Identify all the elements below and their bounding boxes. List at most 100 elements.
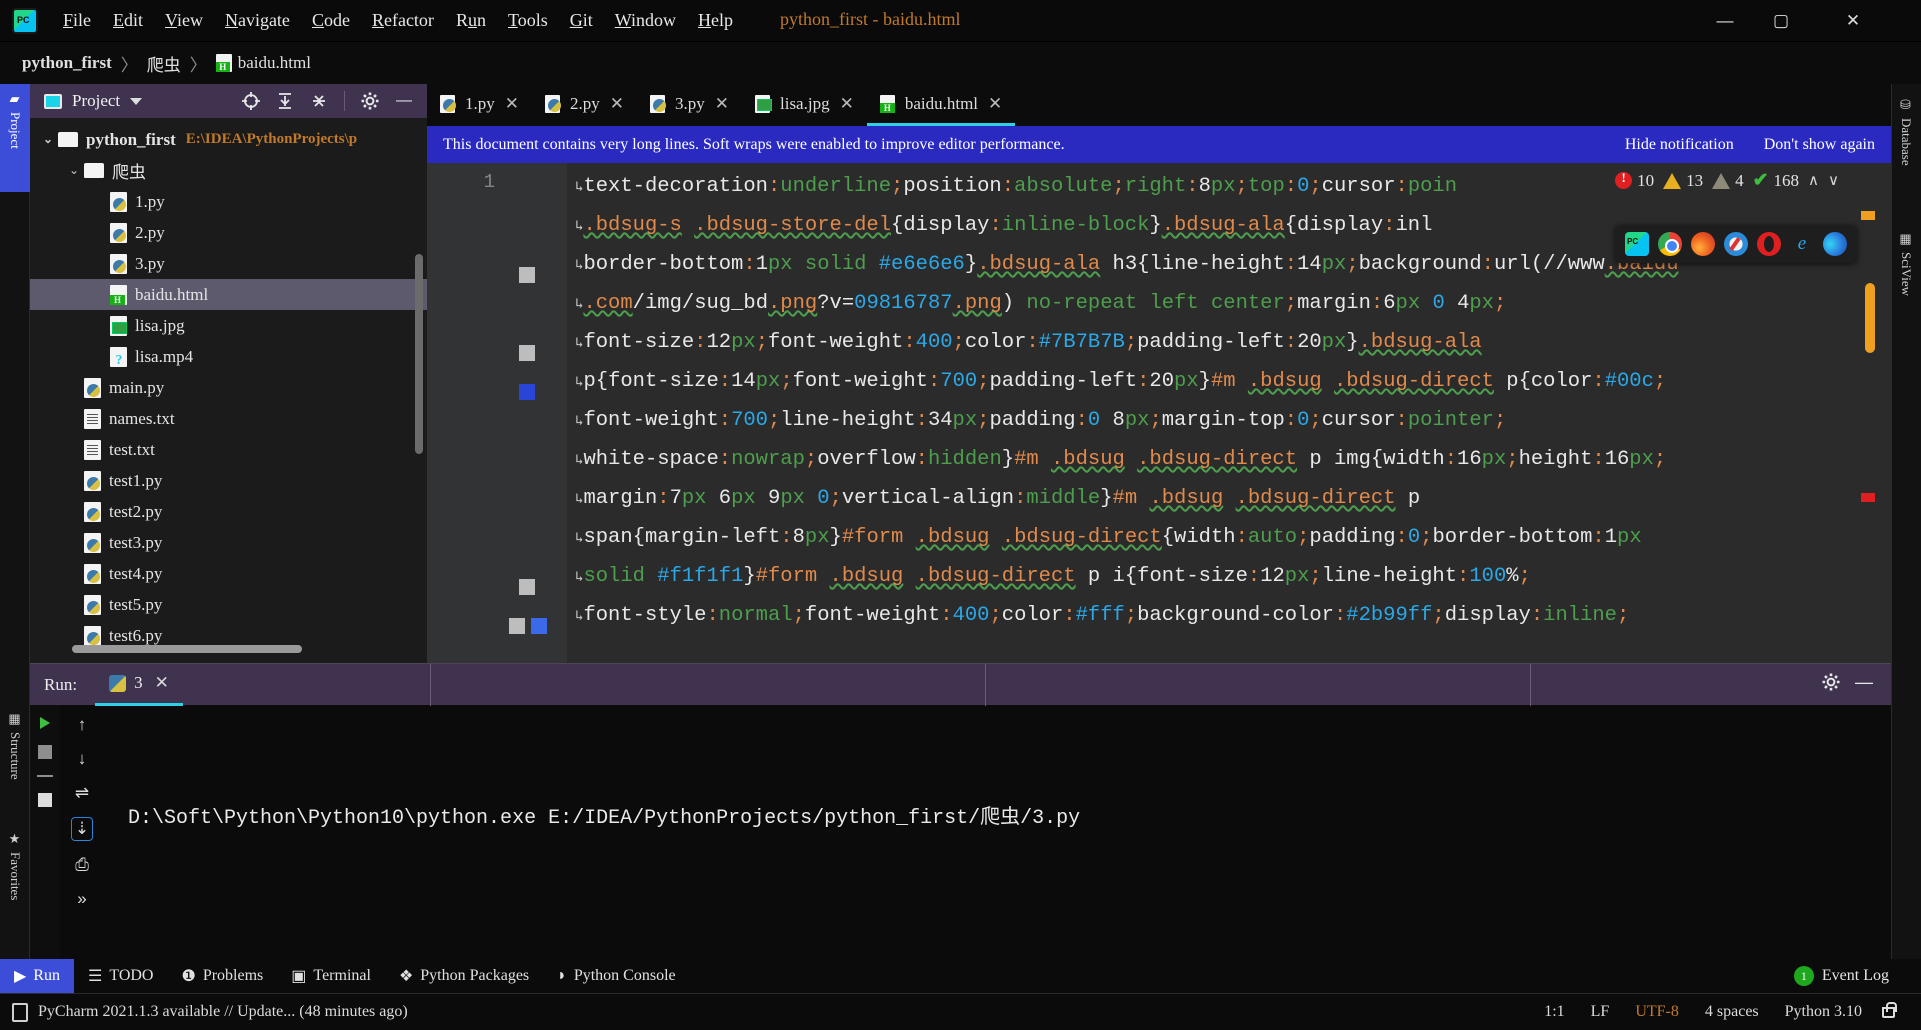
hide-notification-link[interactable]: Hide notification (1625, 136, 1734, 154)
more-button[interactable] (37, 775, 53, 777)
close-icon[interactable]: ✕ (715, 94, 729, 114)
bottom-tab-python-packages[interactable]: ❖ Python Packages (385, 959, 543, 993)
sidebar-item-structure[interactable]: ▦ Structure (0, 704, 30, 814)
fold-marker[interactable] (519, 384, 535, 400)
chevron-down-icon[interactable]: ⌄ (38, 132, 58, 147)
breadcrumb-file[interactable]: baidu.html (215, 53, 311, 73)
breadcrumb-folder[interactable]: 爬虫 (147, 51, 181, 76)
menu-refactor[interactable]: Refactor (361, 6, 445, 35)
file-encoding[interactable]: UTF-8 (1635, 1003, 1679, 1021)
opera-icon[interactable] (1757, 232, 1781, 256)
fold-marker[interactable] (531, 618, 547, 634)
pycharm-icon[interactable] (1625, 232, 1649, 256)
tree-item-test-txt[interactable]: test.txt (30, 434, 427, 465)
run-console[interactable]: D:\Soft\Python\Python10\python.exe E:/ID… (104, 705, 1891, 959)
indent-setting[interactable]: 4 spaces (1705, 1003, 1759, 1021)
sidebar-item-project[interactable]: ▰ Project (0, 84, 30, 192)
tree-item-names-txt[interactable]: names.txt (30, 403, 427, 434)
menu-view[interactable]: View (154, 6, 214, 35)
menu-code[interactable]: Code (301, 6, 361, 35)
stop-button[interactable] (38, 745, 52, 759)
tree-item-test5-py[interactable]: test5.py (30, 589, 427, 620)
tree-item-test2-py[interactable]: test2.py (30, 496, 427, 527)
tree-item-main-py[interactable]: main.py (30, 372, 427, 403)
line-separator[interactable]: LF (1591, 1003, 1610, 1021)
editor-minimap[interactable] (1861, 163, 1875, 663)
project-horizontal-scrollbar[interactable] (72, 645, 302, 653)
menu-tools[interactable]: Tools (497, 6, 559, 35)
close-button[interactable]: ✕ (1825, 0, 1881, 42)
firefox-icon[interactable] (1691, 232, 1715, 256)
breadcrumb-project[interactable]: python_first (22, 53, 112, 73)
collapse-all-icon[interactable] (304, 87, 334, 115)
next-problem-icon[interactable]: ∨ (1828, 171, 1839, 190)
down-arrow-icon[interactable]: ↓ (78, 749, 87, 769)
select-opened-file-icon[interactable] (236, 87, 266, 115)
rerun-button[interactable] (40, 717, 50, 729)
status-message[interactable]: PyCharm 2021.1.3 available // Update... … (38, 1003, 408, 1021)
editor-tab-3-py[interactable]: 3.py ✕ (637, 84, 742, 126)
bottom-tab-terminal[interactable]: ▣ Terminal (277, 959, 385, 993)
close-icon[interactable]: ✕ (610, 94, 624, 114)
menu-window[interactable]: Window (604, 6, 687, 35)
scroll-to-end-icon[interactable]: ⇣ (70, 817, 94, 841)
fold-marker[interactable] (519, 267, 535, 283)
up-arrow-icon[interactable]: ↑ (78, 715, 87, 735)
gear-icon[interactable] (1821, 672, 1841, 697)
edge-icon[interactable] (1823, 232, 1847, 256)
minimize-button[interactable]: — (1697, 0, 1753, 42)
tree-item-test1-py[interactable]: test1.py (30, 465, 427, 496)
tree-item-lisa-jpg[interactable]: lisa.jpg (30, 310, 427, 341)
code-editor[interactable]: 1 ↳text-decoration:underline;position:ab… (427, 163, 1891, 663)
expand-all-icon[interactable] (270, 87, 300, 115)
chevron-down-icon[interactable]: ⌄ (64, 163, 84, 178)
browser-preview-popup[interactable]: e (1615, 225, 1857, 263)
menu-git[interactable]: Git (559, 6, 604, 35)
bottom-tab-run[interactable]: ▶ Run (0, 959, 74, 993)
close-icon[interactable]: ✕ (505, 94, 519, 114)
inspection-widget[interactable]: 10 13 4 ✔ 168 ∧ ∨ (1615, 169, 1839, 192)
tree-item-test4-py[interactable]: test4.py (30, 558, 427, 589)
hide-panel-icon[interactable]: — (389, 87, 419, 115)
bottom-tab-python-console[interactable]: ◗ Python Console (543, 959, 689, 993)
editor-tab-1-py[interactable]: 1.py ✕ (427, 84, 532, 126)
menu-file[interactable]: FFileile (52, 6, 102, 35)
minimap-marker[interactable] (1861, 493, 1875, 502)
bottom-tab-problems[interactable]: ❶ Problems (167, 959, 277, 993)
previous-problem-icon[interactable]: ∧ (1808, 171, 1819, 190)
editor-vertical-scrollbar[interactable] (1865, 283, 1875, 353)
caret-position[interactable]: 1:1 (1544, 1003, 1564, 1021)
run-tab-3[interactable]: 3 ✕ (95, 664, 183, 706)
chrome-icon[interactable] (1658, 232, 1682, 256)
close-icon[interactable]: ✕ (988, 94, 1002, 114)
structure-button[interactable] (38, 793, 52, 807)
more-options-icon[interactable]: » (77, 889, 86, 909)
gear-icon[interactable] (355, 87, 385, 115)
sidebar-item-sciview[interactable]: ▦ SciView (1891, 224, 1921, 334)
fold-marker[interactable] (509, 618, 525, 634)
warning-count[interactable]: 13 (1663, 171, 1703, 191)
close-icon[interactable]: ✕ (155, 673, 169, 693)
weak-warning-count[interactable]: 4 (1712, 171, 1744, 191)
sidebar-item-favorites[interactable]: ★ Favorites (0, 824, 30, 948)
checks-count[interactable]: ✔ 168 (1753, 169, 1799, 192)
tree-item-test3-py[interactable]: test3.py (30, 527, 427, 558)
error-count[interactable]: 10 (1615, 170, 1654, 191)
menu-edit[interactable]: Edit (102, 6, 154, 35)
menu-help[interactable]: Help (687, 6, 744, 35)
maximize-button[interactable]: ▢ (1753, 0, 1809, 42)
notification-icon[interactable] (12, 1002, 28, 1022)
tree-item-2-py[interactable]: 2.py (30, 217, 427, 248)
dont-show-again-link[interactable]: Don't show again (1764, 136, 1875, 154)
menu-run[interactable]: Run (445, 6, 497, 35)
close-icon[interactable]: ✕ (840, 94, 854, 114)
event-log[interactable]: 1 Event Log (1793, 966, 1921, 986)
tree-item-3-py[interactable]: 3.py (30, 248, 427, 279)
fold-marker[interactable] (519, 345, 535, 361)
menu-navigate[interactable]: Navigate (214, 6, 301, 35)
python-interpreter[interactable]: Python 3.10 (1785, 1003, 1862, 1021)
internet-explorer-icon[interactable]: e (1790, 232, 1814, 256)
editor-tab-lisa-jpg[interactable]: lisa.jpg ✕ (742, 84, 867, 126)
tree-item-lisa-mp4[interactable]: lisa.mp4 (30, 341, 427, 372)
minimap-marker[interactable] (1861, 211, 1875, 220)
